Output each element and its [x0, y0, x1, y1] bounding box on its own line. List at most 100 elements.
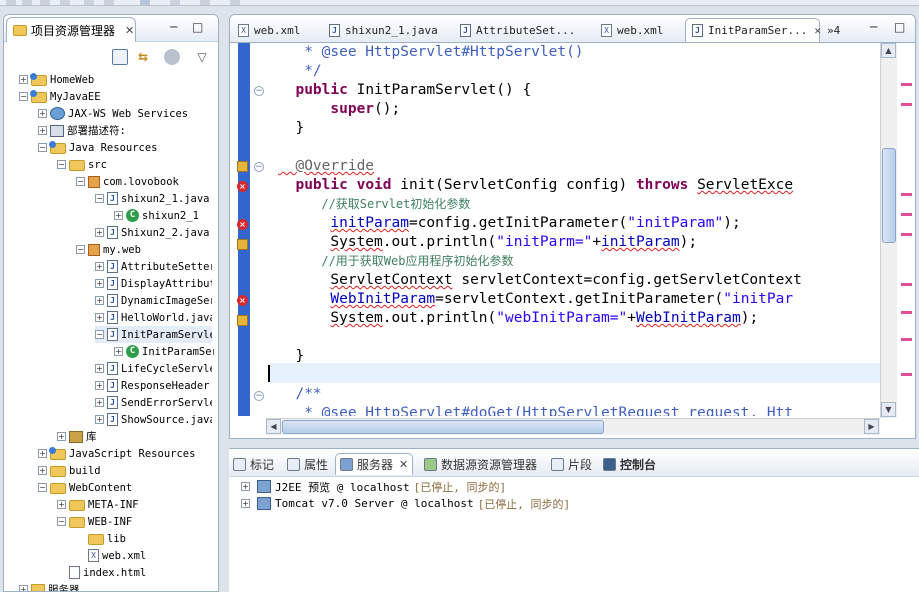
tree-item[interactable]: − WEB-INF: [57, 513, 132, 530]
expand-icon[interactable]: +: [38, 126, 47, 135]
code-text-area[interactable]: − − − × × × * @see HttpServlet#HttpServl…: [230, 43, 880, 416]
tree-item[interactable]: + 库: [57, 428, 97, 445]
error-marker-icon[interactable]: ×: [237, 295, 248, 306]
overview-marker[interactable]: [901, 311, 912, 314]
close-icon[interactable]: ✕: [125, 24, 134, 37]
tree-item[interactable]: + build: [38, 462, 101, 479]
collapse-icon[interactable]: −: [95, 194, 104, 203]
expand-icon[interactable]: +: [57, 432, 66, 441]
overview-marker[interactable]: [901, 233, 912, 236]
fold-toggle-icon[interactable]: −: [254, 86, 264, 96]
warning-marker-icon[interactable]: [237, 161, 248, 172]
tab-properties[interactable]: 属性: [287, 453, 328, 475]
tree-item[interactable]: + JavaScript Resources: [38, 445, 195, 462]
minimize-icon[interactable]: ─: [170, 20, 177, 34]
expand-icon[interactable]: +: [241, 482, 250, 491]
close-icon[interactable]: ✕: [814, 24, 821, 37]
minimize-icon[interactable]: ─: [870, 20, 877, 34]
tab-console[interactable]: 控制台: [603, 453, 656, 475]
tree-item[interactable]: − Jshixun2_1.java: [95, 190, 210, 207]
error-marker-icon[interactable]: ×: [237, 181, 248, 192]
expand-icon[interactable]: +: [95, 398, 104, 407]
tree-item[interactable]: Xweb.xml: [76, 547, 146, 564]
collapse-icon[interactable]: −: [57, 517, 66, 526]
tree-item[interactable]: + J ResponseHeader: [95, 377, 210, 394]
horizontal-scrollbar[interactable]: ◀ ▶: [266, 418, 880, 435]
tree-item[interactable]: + Cshixun2_1: [114, 207, 199, 224]
tree-item[interactable]: +JSendErrorServlet: [95, 394, 212, 411]
server-row[interactable]: + J2EE 预览 @ localhost [已停止, 同步的]: [241, 478, 506, 495]
collapse-icon[interactable]: −: [19, 92, 28, 101]
expand-icon[interactable]: +: [19, 75, 28, 84]
overview-marker[interactable]: [901, 193, 912, 196]
expand-icon[interactable]: +: [114, 347, 123, 356]
tree-item[interactable]: + J ShowSource.java: [95, 411, 212, 428]
vertical-scroll-thumb[interactable]: [882, 148, 896, 243]
overview-marker[interactable]: [901, 338, 912, 341]
tree-item[interactable]: + J Shixun2_2.java: [95, 224, 210, 241]
tab-markers[interactable]: 标记: [233, 453, 274, 475]
tab-attributeset-java[interactable]: J AttributeSet...: [454, 18, 575, 42]
tree-item[interactable]: −JInitParamServlet: [95, 326, 212, 343]
server-row[interactable]: + Tomcat v7.0 Server @ localhost [已停止, 同…: [241, 495, 570, 512]
tree-item[interactable]: − com.lovobook: [76, 173, 179, 190]
overview-marker[interactable]: [901, 83, 912, 86]
collapse-icon[interactable]: −: [76, 245, 85, 254]
warning-marker-icon[interactable]: [237, 315, 248, 326]
expand-icon[interactable]: +: [95, 313, 104, 322]
tab-servers[interactable]: 服务器 ✕: [335, 453, 414, 475]
expand-icon[interactable]: +: [241, 499, 250, 508]
overview-marker[interactable]: [901, 373, 912, 376]
close-icon[interactable]: ✕: [399, 458, 408, 471]
overview-marker[interactable]: [901, 283, 912, 286]
view-menu-icon[interactable]: ▽: [194, 49, 210, 65]
tree-item[interactable]: + 服务器: [19, 581, 80, 591]
overview-ruler[interactable]: [898, 43, 915, 418]
expand-icon[interactable]: +: [114, 211, 123, 220]
link-with-editor-icon[interactable]: ⇆: [135, 49, 151, 65]
tree-item[interactable]: − WebContent: [38, 479, 132, 496]
collapse-icon[interactable]: −: [95, 330, 104, 339]
tree-item[interactable]: + J AttributeSetter: [95, 258, 212, 275]
tree-item[interactable]: + 部署描述符:: [38, 122, 126, 139]
expand-icon[interactable]: +: [95, 228, 104, 237]
expand-icon[interactable]: +: [95, 296, 104, 305]
warning-marker-icon[interactable]: [237, 239, 248, 250]
expand-icon[interactable]: +: [57, 500, 66, 509]
tree-item[interactable]: +JDisplayAttribute: [95, 275, 212, 292]
collapse-all-icon[interactable]: [112, 49, 128, 65]
tree-item[interactable]: + JAX-WS Web Services: [38, 105, 188, 122]
scroll-right-icon[interactable]: ▶: [864, 419, 879, 434]
horizontal-scroll-thumb[interactable]: [282, 420, 604, 434]
overview-marker[interactable]: [901, 213, 912, 216]
expand-icon[interactable]: +: [95, 381, 104, 390]
tree-item[interactable]: +JDynamicImageServlet: [95, 292, 212, 309]
error-marker-icon[interactable]: ×: [237, 219, 248, 230]
vertical-scrollbar[interactable]: ▲ ▼: [880, 43, 897, 418]
tree-item[interactable]: + META-INF: [57, 496, 139, 513]
expand-icon[interactable]: +: [38, 109, 47, 118]
tab-initparamservlet-java[interactable]: J InitParamSer... ✕: [685, 18, 821, 42]
tab-project-explorer[interactable]: 项目资源管理器 ✕: [6, 17, 136, 42]
tree-item[interactable]: − MyJavaEE: [19, 88, 101, 105]
collapse-icon[interactable]: −: [38, 483, 47, 492]
collapse-icon[interactable]: −: [57, 160, 66, 169]
tree-item[interactable]: +JLifeCycleServlet: [95, 360, 212, 377]
tab-snippets[interactable]: 片段: [551, 453, 592, 475]
tree-item[interactable]: + HomeWeb: [19, 71, 94, 88]
tree-item[interactable]: − Java Resources: [38, 139, 158, 156]
expand-icon[interactable]: +: [95, 262, 104, 271]
tab-web-xml-2[interactable]: Xweb.xml: [595, 18, 663, 42]
fold-toggle-icon[interactable]: −: [254, 391, 264, 401]
filter-icon[interactable]: [164, 49, 180, 65]
tab-web-xml-1[interactable]: Xweb.xml: [232, 18, 300, 42]
expand-icon[interactable]: +: [38, 449, 47, 458]
overview-marker[interactable]: [901, 103, 912, 106]
tab-data-source-explorer[interactable]: 数据源资源管理器: [424, 453, 537, 475]
tree-item[interactable]: index.html: [57, 564, 146, 581]
tree-item[interactable]: − src: [57, 156, 107, 173]
expand-icon[interactable]: +: [19, 585, 28, 591]
tab-shixun2-1-java[interactable]: Jshixun2_1.java: [323, 18, 438, 42]
scroll-left-icon[interactable]: ◀: [266, 419, 281, 434]
tree-item[interactable]: − my.web: [76, 241, 141, 258]
